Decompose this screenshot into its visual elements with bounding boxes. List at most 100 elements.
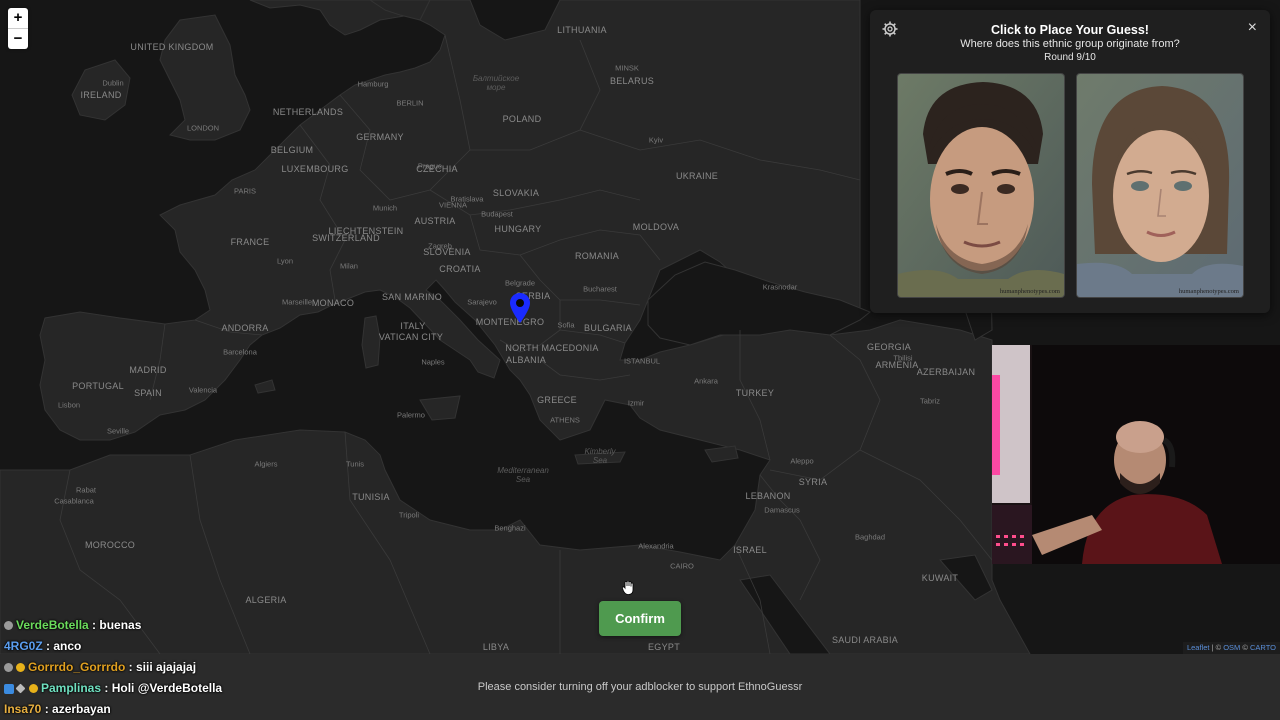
city-label: Bratislava (450, 194, 484, 204)
panel-subtitle: Where does this ethnic group originate f… (960, 38, 1180, 50)
country-label: TUNISIA (352, 492, 390, 502)
confirm-button[interactable]: Confirm (599, 601, 681, 636)
city-label: ISTANBUL (623, 356, 661, 366)
country-label: SPAIN (134, 388, 162, 398)
chat-username: Gorrrdo_Gorrrdo (28, 660, 126, 674)
guess-panel: Click to Place Your Guess! Where does th… (870, 10, 1270, 313)
country-label: GEORGIA (866, 342, 912, 352)
city-label: Tripoli (398, 510, 420, 520)
city-label: BERLIN (396, 98, 424, 108)
chat-message: 4RG0Z : anco (4, 639, 81, 653)
chat-message: VerdeBotella : buenas (4, 618, 141, 632)
chat-message: Insa70 : azerbayan (4, 702, 111, 716)
country-label: MOLDOVA (632, 222, 680, 232)
city-label: Tbilisi (893, 353, 913, 363)
zoom-in-button[interactable]: + (8, 8, 28, 28)
country-label: MOROCCO (84, 540, 136, 550)
city-label: Alexandria (638, 541, 674, 551)
zoom-out-button[interactable]: − (8, 28, 28, 49)
diamond-badge-icon (15, 683, 26, 694)
country-label: BELGIUM (270, 145, 314, 155)
country-label: PORTUGAL (72, 381, 124, 391)
country-label: IRELAND (80, 90, 122, 100)
city-label: Casablanca (54, 496, 94, 506)
webcam-overlay (992, 345, 1280, 564)
city-label: Rabat (75, 485, 97, 495)
city-label: Izmir (627, 398, 645, 408)
country-label: ISRAEL (733, 545, 767, 555)
city-label: Seville (106, 426, 130, 436)
country-label: EGYPT (647, 642, 681, 652)
chat-text: : siii ajajajaj (125, 660, 197, 674)
city-label: Kyiv (648, 135, 664, 145)
zoom-control: + − (8, 8, 28, 49)
country-label: AZERBAIJAN (916, 367, 976, 377)
chat-text: : anco (42, 639, 82, 653)
country-label: TURKEY (735, 388, 775, 398)
country-label: GERMANY (356, 132, 404, 142)
country-label: LIBYA (482, 642, 510, 652)
chat-message: Gorrrdo_Gorrrdo : siii ajajajaj (4, 660, 196, 674)
country-label: ALBANIA (505, 355, 547, 365)
city-label: Milan (340, 261, 358, 271)
city-label: Baghdad (854, 532, 886, 542)
chat-username: Pamplinas (41, 681, 102, 695)
sub-badge-icon (16, 663, 25, 673)
country-label: MONACO (311, 298, 355, 308)
city-label: Krasnodar (762, 282, 798, 292)
city-label: LONDON (186, 123, 220, 133)
osm-link[interactable]: OSM (1223, 643, 1240, 652)
city-label: Barcelona (223, 347, 257, 357)
country-label: BELARUS (609, 76, 655, 86)
country-label: ANDORRA (221, 323, 269, 333)
city-label: Benghazi (494, 523, 526, 533)
hand-cursor-icon (621, 580, 634, 600)
country-label: MADRID (129, 365, 167, 375)
carto-link[interactable]: CARTO (1250, 643, 1276, 652)
chat-text: : Holi @VerdeBotella (101, 681, 223, 695)
city-label: CAIRO (670, 561, 694, 571)
face-credit-text: humanphenotypes.com (1178, 288, 1239, 295)
chat-text: : buenas (88, 618, 142, 632)
country-label: UKRAINE (675, 171, 719, 181)
country-label: SYRIA (798, 477, 828, 487)
round-counter: Round 9/10 (1044, 52, 1096, 63)
city-label: Prague (417, 161, 443, 171)
city-label: Hamburg (357, 79, 389, 89)
male-face-image: humanphenotypes.com (897, 73, 1065, 298)
leaflet-link[interactable]: Leaflet (1187, 643, 1210, 652)
sea-label: Mediterranean Sea (497, 466, 549, 484)
city-label: Lisbon (57, 400, 81, 410)
country-label: SAUDI ARABIA (831, 635, 899, 645)
city-label: Tunis (345, 459, 365, 469)
panel-title: Click to Place Your Guess! (991, 23, 1149, 37)
country-label: HUNGARY (494, 224, 542, 234)
country-label: SLOVAKIA (492, 188, 540, 198)
city-label: Aleppo (790, 456, 814, 466)
country-label: SAN MARINO (381, 292, 443, 302)
country-label: VATICAN CITY (378, 332, 444, 342)
country-label: ROMANIA (574, 251, 620, 261)
country-label: CROATIA (439, 264, 481, 274)
user-badge-icon (4, 621, 13, 631)
city-label: Bucharest (583, 284, 617, 294)
map-attribution: Leaflet | © OSM © CARTO (1182, 642, 1280, 654)
chat-username: 4RG0Z (4, 639, 43, 653)
country-label: LIECHTENSTEIN (328, 226, 404, 236)
city-label: Zagreb (428, 241, 452, 251)
country-label: ALGERIA (245, 595, 287, 605)
city-label: Valencia (188, 385, 218, 395)
city-label: Sarajevo (467, 297, 497, 307)
city-label: Dublin (102, 78, 124, 88)
chat-text: : azerbayan (41, 702, 111, 716)
sea-label: Kimberly Sea (584, 447, 616, 465)
city-label: Lyon (277, 256, 293, 266)
guess-marker-pin-icon[interactable] (510, 293, 530, 328)
city-label: Algiers (254, 459, 278, 469)
close-icon[interactable]: × (1248, 19, 1257, 37)
city-label: Munich (372, 203, 398, 213)
city-label: Tabriz (919, 396, 941, 406)
female-face-image: humanphenotypes.com (1076, 73, 1244, 298)
city-label: PARIS (234, 186, 256, 196)
moderator-badge-icon (4, 683, 14, 694)
